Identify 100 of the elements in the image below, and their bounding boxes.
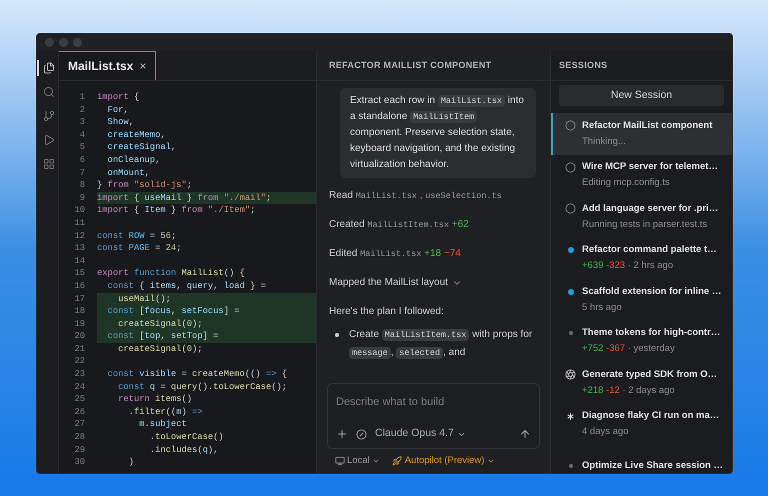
close-icon[interactable]: ×	[139, 57, 146, 75]
line-number: 8	[78, 179, 86, 192]
code-line: onMount,	[106, 166, 151, 180]
line-number: 7	[78, 166, 86, 180]
code-line: m.subject	[138, 418, 188, 432]
circle-icon	[565, 120, 576, 132]
session-detail: Running tests in parser.test.ts	[582, 218, 708, 232]
code-line: .includes(q),	[148, 444, 220, 456]
step-line: Edited MailList.tsx +18 −74	[329, 247, 462, 261]
monitor-icon	[335, 456, 345, 466]
session-title: Theme tokens for high-contr…	[582, 326, 720, 340]
chevron-icon	[487, 457, 496, 465]
editor-tab[interactable]: MailList.tsx ×	[59, 51, 156, 80]
session-title: Diagnose flaky CI run on ma…	[582, 409, 720, 423]
line-number: 21	[73, 342, 86, 356]
slash-circle-icon[interactable]	[356, 428, 367, 440]
input-field[interactable]: Describe what to build	[336, 394, 531, 410]
line-number: 26	[73, 406, 86, 418]
plus-icon[interactable]	[336, 428, 348, 440]
code-line: onCleanup,	[106, 154, 162, 167]
code-line: )	[128, 456, 135, 469]
line-number: 25	[73, 393, 86, 406]
line-number: 4	[78, 128, 86, 142]
tab-label: MailList.tsx	[68, 58, 134, 75]
code-line: import { Item } from "./Item";	[97, 204, 256, 217]
session-item[interactable]: Optimize Live Share session …	[551, 445, 732, 473]
line-number: 29	[73, 444, 86, 456]
line-number: 20	[73, 330, 86, 343]
model-picker[interactable]: Claude Opus 4.7	[375, 426, 466, 442]
line-number: 11	[73, 216, 86, 230]
step-line: Created MailListItem.tsx +62	[329, 218, 470, 232]
line-number: 13	[73, 242, 86, 255]
aperture-icon	[565, 369, 576, 380]
session-item[interactable]: Add language server for .pri… Running tests in parser.test.ts	[551, 196, 732, 238]
code-line: For,	[106, 104, 130, 116]
bullet-text: Create MailListItem.tsx with props for message , selected , and	[349, 328, 534, 361]
line-number: 17	[73, 292, 86, 306]
session-title: Add language server for .pri…	[582, 202, 718, 216]
session-detail: +752 -367 · yesterday	[582, 342, 676, 356]
session-title: Generate typed SDK from O…	[582, 368, 718, 382]
code-line: } from "solid-js";	[97, 179, 194, 192]
new-session-button[interactable]: New Session	[559, 85, 724, 106]
session-detail: Editing mcp.config.ts	[582, 176, 671, 190]
session-item[interactable]: Diagnose flaky CI run on ma… 4 days ago	[551, 404, 732, 445]
line-number: 1	[78, 91, 86, 104]
code-line: const { items, query, load } =	[106, 280, 267, 292]
panel-title: SESSIONS	[559, 58, 608, 72]
line-number: 6	[78, 154, 86, 167]
session-item[interactable]: Theme tokens for high-contr… +752 -367 · yesterday	[551, 320, 732, 362]
code-line: .filter((m) =>	[128, 406, 204, 418]
line-number: 22	[73, 355, 86, 368]
step-line: Read MailList.tsx , useSelection.ts	[329, 189, 503, 203]
session-item[interactable]: Generate typed SDK from O… +218 -12 · 2 days ago	[551, 362, 732, 404]
collapsible-step[interactable]: Mapped the MailList layout	[329, 275, 538, 291]
rocket-icon	[392, 456, 402, 466]
code-line: const PAGE = 24;	[97, 242, 182, 255]
code-line: const ROW = 56;	[97, 230, 178, 242]
mode-picker[interactable]: Autopilot (Preview)	[392, 454, 496, 468]
line-number: 19	[73, 318, 86, 330]
prompt-bubble: Extract each row in MailList.tsx into a standalone MailListItem component. Preserve selection state, keyboard navigation, and the existing virtualization behavior.	[340, 88, 536, 178]
send-icon[interactable]	[519, 428, 531, 440]
session-item[interactable]: Scaffold extension for inline … 5 hrs ago	[551, 279, 732, 320]
prompt-input[interactable]: Describe what to build Claude Opus 4.7	[327, 382, 540, 449]
code-line: .toLowerCase()	[148, 431, 225, 444]
circle-icon	[565, 162, 576, 173]
plan-intro: Here's the plan I followed:	[329, 305, 445, 319]
session-detail: Thinking...	[582, 134, 627, 149]
session-title: Optimize Live Share session …	[582, 458, 723, 473]
session-item[interactable]: Wire MCP server for telemet… Editing mcp.config.ts	[551, 154, 732, 196]
session-detail: +218 -12 · 2 days ago	[582, 384, 676, 398]
code-line: Show,	[106, 116, 135, 129]
panel-title: REFACTOR MAILLIST COMPONENT	[329, 58, 492, 72]
line-number: 2	[78, 104, 86, 116]
line-number: 9	[78, 192, 86, 204]
session-detail: 5 hrs ago	[582, 300, 623, 315]
line-number: 23	[73, 368, 86, 381]
line-number: 16	[73, 280, 86, 292]
line-number: 14	[73, 254, 86, 268]
session-detail: 4 days ago	[582, 425, 630, 440]
code-line: createSignal,	[106, 141, 178, 154]
location-picker[interactable]: Local	[335, 454, 380, 468]
line-number: 28	[73, 431, 86, 444]
line-number: 27	[73, 418, 86, 432]
line-number: 18	[73, 305, 86, 318]
session-title: Wire MCP server for telemet…	[582, 160, 718, 174]
code-line: createMemo,	[106, 128, 167, 142]
session-detail: +639 -323 · 2 hrs ago	[582, 259, 674, 274]
line-number: 24	[73, 380, 86, 394]
line-number: 15	[73, 267, 86, 280]
circle-icon	[565, 203, 576, 214]
asterisk-icon	[565, 410, 576, 422]
bullet-icon	[335, 333, 339, 337]
line-number: 12	[73, 230, 86, 242]
session-title: Refactor MailList component	[582, 118, 712, 132]
session-item[interactable]: Refactor MailList component Thinking...	[551, 113, 732, 154]
code-line: export function MailList() {	[97, 267, 246, 280]
session-title: Scaffold extension for inline …	[582, 284, 722, 298]
session-item[interactable]: Refactor command palette t… +639 -323 · 2 hrs ago	[551, 238, 732, 279]
line-number: 5	[78, 141, 86, 154]
code-line: const visible = createMemo(() => {	[106, 368, 288, 381]
